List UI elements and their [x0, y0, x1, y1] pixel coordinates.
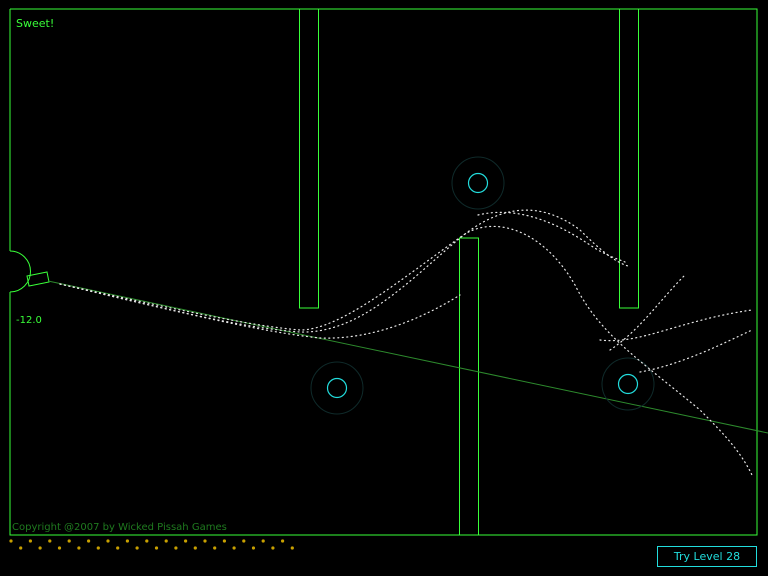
copyright-notice: Copyright @2007 by Wicked Pissah Games — [12, 522, 227, 533]
cannon-base — [9, 250, 31, 293]
shot-dot — [38, 546, 42, 550]
shot-dot — [193, 546, 197, 550]
trail-2 — [59, 225, 753, 476]
shot-dot — [222, 539, 226, 543]
shot-dot — [67, 539, 71, 543]
shot-dot — [271, 546, 275, 550]
aim-line — [47, 280, 768, 434]
shot-dot — [9, 539, 13, 543]
shot-dot — [261, 539, 265, 543]
shot-dot — [281, 539, 285, 543]
shot-dot — [184, 539, 188, 543]
shot-dot — [145, 539, 149, 543]
trail-6 — [609, 275, 685, 351]
cannon-angle-readout: -12.0 — [16, 315, 42, 326]
shot-dot — [213, 546, 217, 550]
shot-dot — [290, 546, 294, 550]
shot-dot — [48, 539, 52, 543]
wall-top-right — [619, 8, 639, 309]
shot-dot — [106, 539, 110, 543]
shots-remaining-indicator — [9, 539, 294, 550]
shot-dot — [174, 546, 178, 550]
shot-dot — [19, 546, 23, 550]
status-message: Sweet! — [16, 17, 55, 30]
shot-dot — [116, 546, 120, 550]
trail-4 — [477, 211, 626, 263]
shot-dot — [203, 539, 207, 543]
trail-1 — [59, 209, 629, 333]
shot-dot — [87, 539, 91, 543]
shot-dot — [125, 539, 129, 543]
trail-3 — [59, 283, 461, 339]
target-top — [451, 156, 505, 210]
shot-dot — [135, 546, 139, 550]
shot-dot — [57, 546, 62, 550]
shot-dot — [242, 539, 246, 543]
shot-dot — [164, 539, 168, 543]
shot-dot — [232, 546, 236, 550]
shot-trails — [59, 209, 753, 476]
wall-top-left — [299, 8, 319, 309]
shot-dot — [251, 546, 256, 550]
shot-dot — [154, 546, 159, 550]
wall-bottom-center — [459, 237, 479, 536]
shot-dot — [28, 539, 32, 543]
try-level-button[interactable]: Try Level 28 — [657, 546, 757, 567]
shot-dot — [77, 546, 81, 550]
target-left — [310, 361, 364, 415]
shot-dot — [96, 546, 100, 550]
playfield-border — [9, 8, 758, 536]
game-board[interactable] — [0, 0, 768, 576]
trail-5 — [599, 309, 753, 342]
trail-7 — [639, 329, 753, 373]
